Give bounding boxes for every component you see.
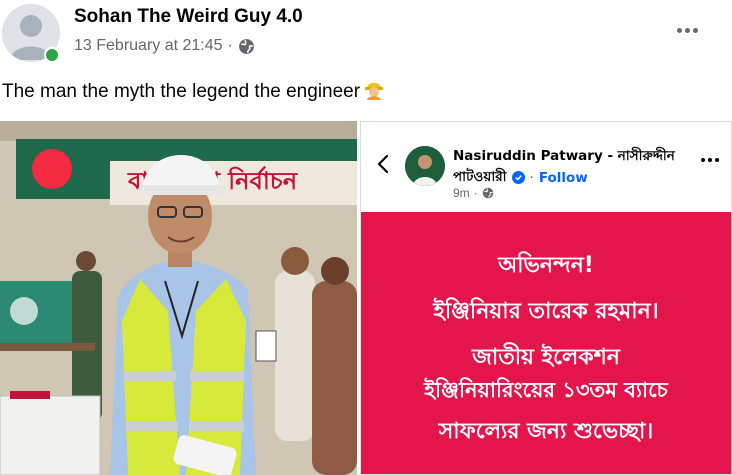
more-dot — [701, 158, 705, 162]
author-name[interactable]: Sohan The Weird Guy 4.0 — [74, 6, 303, 28]
follow-button[interactable]: Follow — [539, 170, 588, 186]
shared-author-photo — [405, 146, 445, 186]
meta-separator: · — [227, 37, 233, 54]
shared-meta-separator: · — [473, 186, 478, 200]
globe-icon — [482, 187, 493, 199]
shared-author-name-line1[interactable]: Nasiruddin Patwary - নাসীরুদ্দীন — [453, 145, 675, 168]
caption-text: The man the myth the legend the engineer — [2, 81, 361, 102]
message-line-2: ইঞ্জিনিয়ার তারেক রহমান। — [433, 299, 659, 324]
post-header: Sohan The Weird Guy 4.0 13 February at 2… — [0, 0, 732, 70]
more-dot — [692, 27, 698, 33]
post-timestamp[interactable]: 13 February at 21:45 — [74, 37, 223, 55]
verified-badge-icon — [511, 171, 525, 184]
message-line-5: সাফল্যের জন্য শুভেচ্ছা। — [438, 419, 654, 444]
post-more-options-button[interactable] — [672, 18, 702, 42]
post-caption: The man the myth the legend the engineer — [2, 78, 384, 106]
shared-post-more-button[interactable] — [701, 158, 719, 162]
follow-separator: · — [529, 169, 534, 186]
back-chevron-icon[interactable] — [375, 154, 391, 174]
online-status-dot — [44, 47, 60, 63]
more-dot — [676, 27, 682, 33]
message-line-3: জাতীয় ইলেকশন — [472, 345, 620, 370]
shared-post-time[interactable]: 9m — [453, 186, 470, 200]
congratulation-text-card: অভিনন্দন! ইঞ্জিনিয়ার তারেক রহমান। জাতীয… — [361, 212, 731, 474]
shared-author-avatar[interactable] — [405, 146, 445, 186]
message-line-4: ইঞ্জিনিয়ারিংয়ের ১৩তম ব্যাচে — [424, 378, 668, 402]
post-photo-engineer[interactable]: বাংলাদেশ নির্বাচন — [0, 121, 357, 475]
more-dot — [708, 158, 712, 162]
engineer-photo-illustration: বাংলাদেশ নির্বাচন — [0, 121, 357, 475]
globe-icon[interactable] — [238, 38, 255, 55]
shared-post-screenshot[interactable]: Nasiruddin Patwary - নাসীরুদ্দীন পাটওয়া… — [360, 121, 732, 475]
more-dot — [684, 27, 690, 33]
construction-worker-emoji-icon — [364, 78, 384, 106]
more-dot — [715, 158, 719, 162]
message-line-1: অভিনন্দন! — [498, 253, 594, 278]
post-meta: 13 February at 21:45 · — [74, 37, 255, 55]
shared-post-meta: 9m · — [453, 186, 494, 200]
